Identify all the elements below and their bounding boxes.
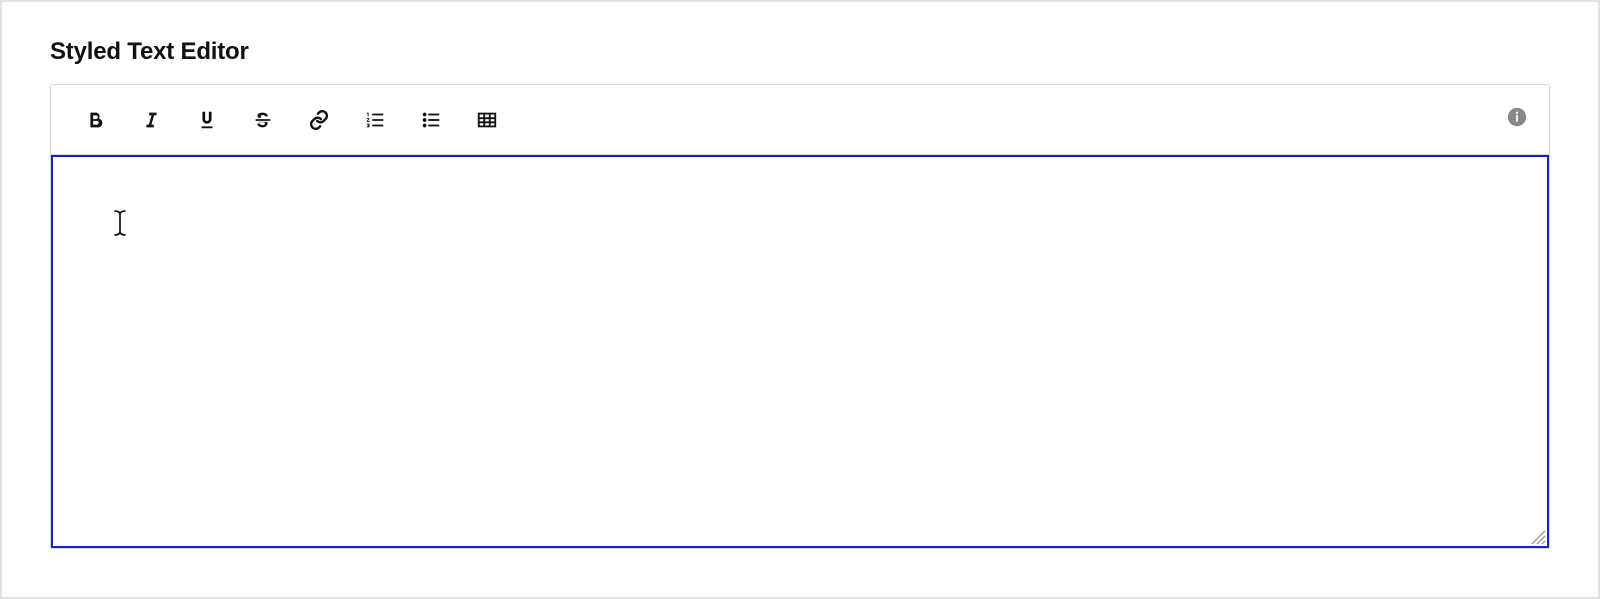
info-button[interactable] bbox=[1505, 108, 1529, 132]
unordered-list-icon bbox=[420, 109, 442, 131]
underline-button[interactable] bbox=[183, 96, 231, 144]
editor-textarea[interactable] bbox=[51, 155, 1549, 548]
strikethrough-icon bbox=[252, 109, 274, 131]
italic-button[interactable] bbox=[127, 96, 175, 144]
table-button[interactable] bbox=[463, 96, 511, 144]
link-icon bbox=[308, 109, 330, 131]
section-title: Styled Text Editor bbox=[50, 38, 249, 66]
unordered-list-button[interactable] bbox=[407, 96, 455, 144]
italic-icon bbox=[140, 109, 162, 131]
resize-handle[interactable] bbox=[1528, 527, 1546, 545]
editor-container bbox=[50, 84, 1550, 549]
underline-icon bbox=[196, 109, 218, 131]
text-editor-panel: Styled Text Editor bbox=[0, 0, 1600, 599]
bold-button[interactable] bbox=[71, 96, 119, 144]
bold-icon bbox=[84, 109, 106, 131]
table-icon bbox=[476, 109, 498, 131]
editor-toolbar bbox=[51, 85, 1549, 155]
text-cursor-icon bbox=[111, 209, 129, 237]
info-icon bbox=[1506, 106, 1528, 133]
ordered-list-button[interactable] bbox=[351, 96, 399, 144]
strikethrough-button[interactable] bbox=[239, 96, 287, 144]
link-button[interactable] bbox=[295, 96, 343, 144]
ordered-list-icon bbox=[364, 109, 386, 131]
